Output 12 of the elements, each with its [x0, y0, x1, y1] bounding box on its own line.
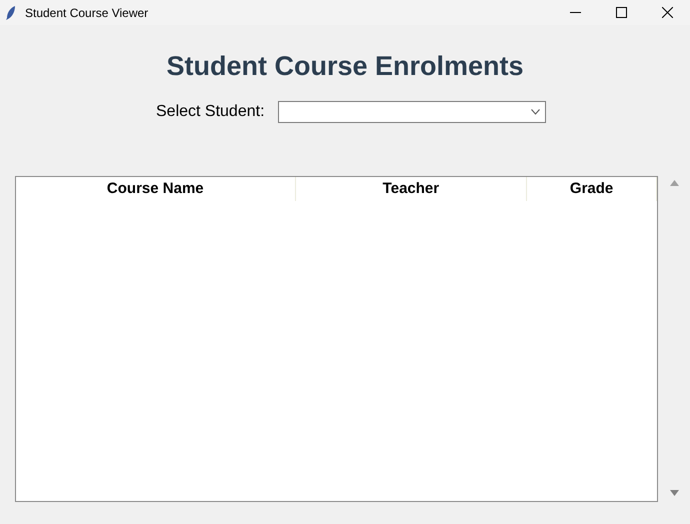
scroll-down-icon[interactable] [670, 490, 678, 496]
page-heading: Student Course Enrolments [165, 50, 525, 83]
maximize-icon[interactable] [616, 7, 626, 18]
feather-icon [6, 6, 16, 20]
select-label: Select Student: [156, 103, 265, 121]
column-header[interactable]: Course Name [16, 177, 296, 201]
column-header[interactable]: Teacher [296, 177, 528, 201]
window-title: Student Course Viewer [25, 6, 150, 20]
caret-icon [530, 109, 540, 115]
close-icon[interactable] [662, 7, 672, 18]
student-dropdown[interactable] [278, 101, 546, 123]
column-header[interactable]: Grade [527, 177, 657, 201]
